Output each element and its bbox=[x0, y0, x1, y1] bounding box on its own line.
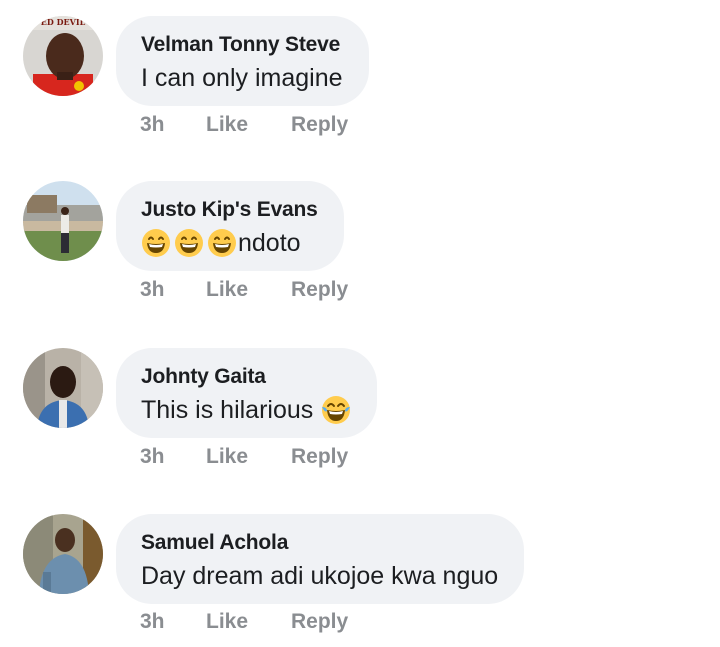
comment-bubble: Samuel Achola Day dream adi ukojoe kwa n… bbox=[116, 514, 525, 604]
avatar[interactable]: ED DEVIL bbox=[23, 16, 103, 96]
grinning-face-with-smiling-eyes-icon bbox=[208, 229, 236, 257]
comment-author[interactable]: Velman Tonny Steve bbox=[141, 32, 343, 58]
comment-text: ndoto bbox=[141, 227, 318, 259]
comment-bubble: Justo Kip's Evans ndoto bbox=[116, 181, 344, 271]
reply-button[interactable]: Reply bbox=[291, 277, 348, 303]
comment-text: I can only imagine bbox=[141, 62, 343, 94]
grinning-face-with-smiling-eyes-icon bbox=[175, 229, 203, 257]
avatar-badge-text: ED DEVIL bbox=[41, 17, 86, 27]
face-with-tears-of-joy-icon bbox=[322, 396, 351, 424]
comment-text-content: Day dream adi ukojoe kwa nguo bbox=[141, 562, 499, 590]
comment-bubble: Johnty Gaita This is hilarious bbox=[116, 348, 378, 438]
comment-text: Day dream adi ukojoe kwa nguo bbox=[141, 560, 498, 592]
comment-text-content: This is hilarious bbox=[141, 396, 314, 424]
like-button[interactable]: Like bbox=[206, 609, 248, 635]
comment-author[interactable]: Justo Kip's Evans bbox=[141, 197, 318, 223]
avatar-photo bbox=[23, 348, 103, 428]
like-button[interactable]: Like bbox=[206, 444, 248, 470]
comment-text: This is hilarious bbox=[141, 394, 351, 426]
comment-author[interactable]: Samuel Achola bbox=[141, 530, 498, 556]
comment-author[interactable]: Johnty Gaita bbox=[141, 364, 351, 390]
grinning-face-with-smiling-eyes-icon bbox=[142, 229, 170, 257]
comment-timestamp[interactable]: 3h bbox=[140, 444, 165, 470]
reply-button[interactable]: Reply bbox=[291, 444, 348, 470]
like-button[interactable]: Like bbox=[206, 112, 248, 138]
reply-button[interactable]: Reply bbox=[291, 609, 348, 635]
like-button[interactable]: Like bbox=[206, 277, 248, 303]
comment-timestamp[interactable]: 3h bbox=[140, 277, 165, 303]
comment-bubble: Velman Tonny Steve I can only imagine bbox=[116, 16, 369, 106]
comment-timestamp[interactable]: 3h bbox=[140, 112, 165, 138]
avatar-photo bbox=[23, 514, 103, 594]
avatar[interactable] bbox=[23, 348, 103, 428]
comment-timestamp[interactable]: 3h bbox=[140, 609, 165, 635]
avatar[interactable] bbox=[23, 514, 103, 594]
comment-text-content: ndoto bbox=[238, 229, 301, 257]
avatar[interactable] bbox=[23, 181, 103, 261]
reply-button[interactable]: Reply bbox=[291, 112, 348, 138]
comment-text-content: I can only imagine bbox=[141, 64, 343, 92]
avatar-photo: ED DEVIL bbox=[23, 16, 103, 96]
avatar-photo bbox=[23, 181, 103, 261]
